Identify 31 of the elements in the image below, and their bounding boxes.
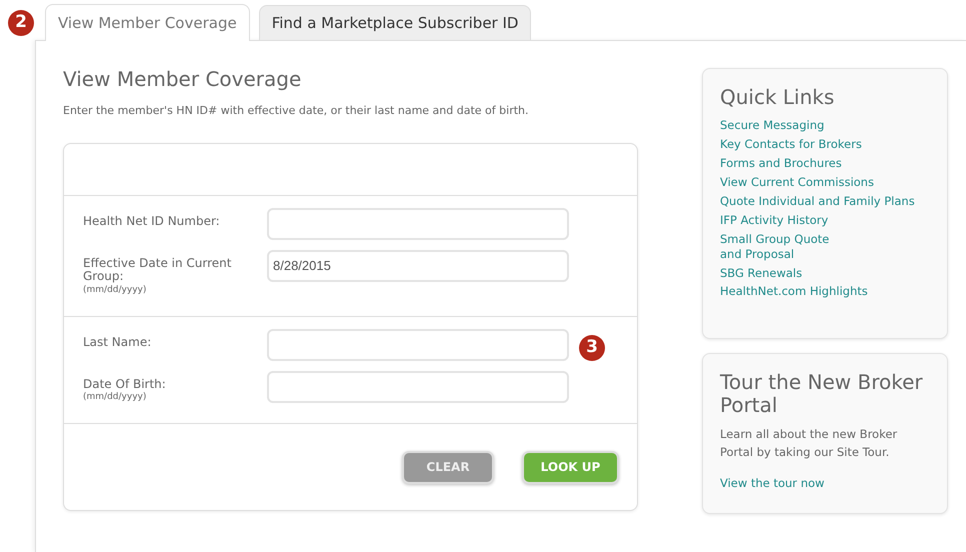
look-up-button[interactable]: LOOK UP <box>522 450 619 484</box>
quick-link[interactable]: HealthNet.com Highlights <box>720 284 931 300</box>
format-hint: (mm/dd/yyyy) <box>83 391 148 404</box>
input-field[interactable]: 8/28/2015 <box>267 250 569 282</box>
quick-link[interactable]: Quote Individual and Family Plans <box>720 194 931 209</box>
tour-description: Learn all about the new Broker Portal by taking our Site Tour. <box>720 426 898 461</box>
field-label: Health Net ID Number: <box>83 214 221 228</box>
quick-link[interactable]: SBG Renewals <box>720 266 931 280</box>
input-field[interactable] <box>267 328 569 361</box>
quick-link[interactable]: Secure Messaging <box>720 118 931 133</box>
tour-link[interactable]: View the tour now <box>720 476 931 491</box>
tab[interactable]: Find a Marketplace Subscriber ID <box>258 5 532 40</box>
input-field[interactable] <box>267 208 569 240</box>
tab[interactable]: View Member Coverage <box>45 4 250 41</box>
input-field[interactable] <box>267 370 569 403</box>
form-title: View Member Coverage <box>63 67 302 91</box>
quick-link[interactable]: Key Contacts for Brokers <box>720 136 931 152</box>
card-title: Quick Links <box>720 86 836 109</box>
instruction-text: Enter the member's HN ID# with effective date, or their last name and date of birth. <box>63 103 530 119</box>
quick-link[interactable]: Forms and Brochures <box>720 156 931 171</box>
callout-badge: 3 <box>579 334 605 361</box>
quick-link[interactable]: View Current Commissions <box>720 174 931 190</box>
quick-link[interactable]: Small Group Quote and Proposal <box>720 232 931 262</box>
field-label: Date Of Birth: <box>83 378 167 392</box>
clear-button[interactable]: CLEAR <box>402 450 494 484</box>
format-hint: (mm/dd/yyyy) <box>83 284 148 298</box>
card-title: Tour the New Broker Portal <box>720 371 924 417</box>
field-label: Last Name: <box>83 336 152 350</box>
quick-link[interactable]: IFP Activity History <box>720 212 931 228</box>
callout-badge: 2 <box>8 10 34 36</box>
field-label: Effective Date in Current Group: <box>83 256 232 284</box>
